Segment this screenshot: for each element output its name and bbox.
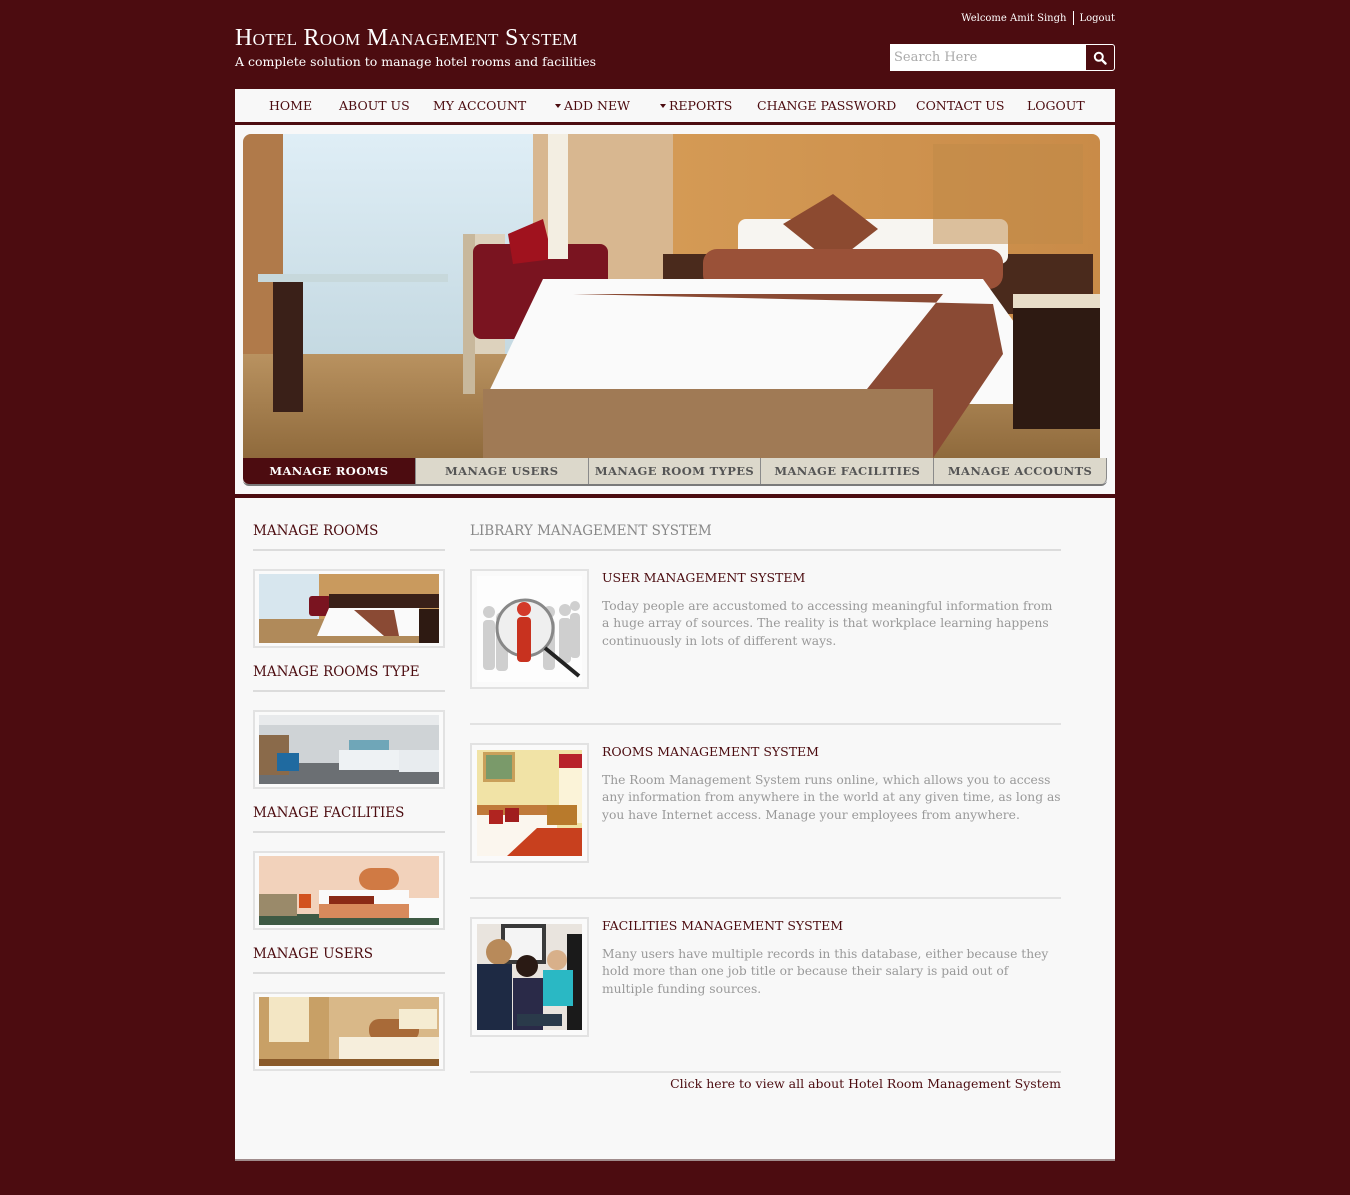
section-heading: LIBRARY MANAGEMENT SYSTEM: [470, 523, 1061, 551]
tab-manage-facilities[interactable]: MANAGE FACILITIES: [760, 458, 934, 484]
search-icon: [1093, 51, 1107, 65]
sidebar-heading-manage-users[interactable]: MANAGE USERS: [253, 946, 445, 974]
nav-label: MY ACCOUNT: [433, 98, 527, 113]
hotel-room-image: [259, 574, 439, 643]
nav-about-us[interactable]: ABOUT US: [339, 98, 410, 113]
users-thumbnail[interactable]: [253, 992, 445, 1071]
list-item: ROOMS MANAGEMENT SYSTEM The Room Managem…: [470, 725, 1061, 899]
nav-my-account[interactable]: MY ACCOUNT: [433, 98, 526, 113]
main-nav: HOME ABOUT US MY ACCOUNT ADD NEW REPORTS…: [235, 89, 1115, 125]
site-subtitle: A complete solution to manage hotel room…: [235, 54, 597, 69]
hero-panel: MANAGE ROOMS MANAGE USERS MANAGE ROOM TY…: [235, 125, 1115, 494]
room-type-image: [259, 715, 439, 784]
item-description: The Room Management System runs online, …: [602, 773, 1061, 822]
view-all-link[interactable]: Click here to view all about Hotel Room …: [670, 1076, 1061, 1091]
facilities-image: [259, 856, 439, 925]
tab-manage-accounts[interactable]: MANAGE ACCOUNTS: [933, 458, 1107, 484]
facilities-thumbnail[interactable]: [253, 851, 445, 930]
top-logout-link[interactable]: Logout: [1079, 13, 1115, 24]
hotel-bedroom-image: [470, 743, 589, 863]
item-description: Many users have multiple records in this…: [602, 947, 1049, 996]
search-button[interactable]: [1085, 44, 1115, 71]
nav-label: CHANGE PASSWORD: [757, 98, 897, 113]
people-at-computer-image: [470, 917, 589, 1037]
item-description: Today people are accustomed to accessing…: [602, 599, 1053, 648]
tab-manage-users[interactable]: MANAGE USERS: [414, 458, 588, 484]
sidebar-heading-manage-facilities[interactable]: MANAGE FACILITIES: [253, 805, 445, 833]
nav-logout[interactable]: LOGOUT: [1027, 98, 1085, 113]
sidebar-heading-manage-rooms-type[interactable]: MANAGE ROOMS TYPE: [253, 664, 445, 692]
nav-label: LOGOUT: [1027, 98, 1085, 113]
search-box: [890, 44, 1115, 71]
user-links: Welcome Amit Singh Logout: [961, 11, 1115, 25]
hotel-room-thumbnail[interactable]: [253, 569, 445, 648]
search-input[interactable]: [890, 44, 1085, 71]
content-panel: MANAGE ROOMS MANAGE ROOMS TYPE MANAGE FA…: [235, 498, 1115, 1161]
caret-down-icon: [555, 103, 561, 108]
list-item: FACILITIES MANAGEMENT SYSTEM Many users …: [470, 899, 1061, 1073]
room-type-thumbnail[interactable]: [253, 710, 445, 789]
sidebar: MANAGE ROOMS MANAGE ROOMS TYPE MANAGE FA…: [253, 523, 445, 1087]
sidebar-heading-manage-rooms[interactable]: MANAGE ROOMS: [253, 523, 445, 551]
divider: [1073, 11, 1075, 25]
nav-label: ABOUT US: [339, 98, 410, 113]
users-image: [259, 997, 439, 1066]
user-search-magnifier-image: [470, 569, 589, 689]
nav-change-password[interactable]: CHANGE PASSWORD: [757, 98, 896, 113]
list-item: USER MANAGEMENT SYSTEM Today people are …: [470, 551, 1061, 725]
item-title[interactable]: FACILITIES MANAGEMENT SYSTEM: [602, 918, 843, 933]
nav-home[interactable]: HOME: [269, 98, 312, 113]
nav-label: ADD NEW: [564, 98, 630, 113]
nav-add-new[interactable]: ADD NEW: [555, 98, 630, 113]
site-title: Hotel Room Management System: [235, 25, 578, 51]
nav-reports[interactable]: REPORTS: [660, 98, 732, 113]
item-title[interactable]: ROOMS MANAGEMENT SYSTEM: [602, 744, 819, 759]
nav-label: REPORTS: [669, 98, 733, 113]
tab-manage-room-types[interactable]: MANAGE ROOM TYPES: [587, 458, 761, 484]
nav-contact-us[interactable]: CONTACT US: [916, 98, 1004, 113]
welcome-text: Welcome Amit Singh: [961, 12, 1067, 24]
tab-manage-rooms[interactable]: MANAGE ROOMS: [243, 458, 415, 484]
caret-down-icon: [660, 103, 666, 108]
nav-label: HOME: [269, 98, 313, 113]
hotel-room-photo: [243, 134, 1100, 458]
nav-label: CONTACT US: [916, 98, 1005, 113]
hero-tabs: MANAGE ROOMS MANAGE USERS MANAGE ROOM TY…: [243, 458, 1107, 486]
main-section: LIBRARY MANAGEMENT SYSTEM USER MANAGEMEN…: [470, 523, 1061, 1091]
item-title[interactable]: USER MANAGEMENT SYSTEM: [602, 570, 805, 585]
